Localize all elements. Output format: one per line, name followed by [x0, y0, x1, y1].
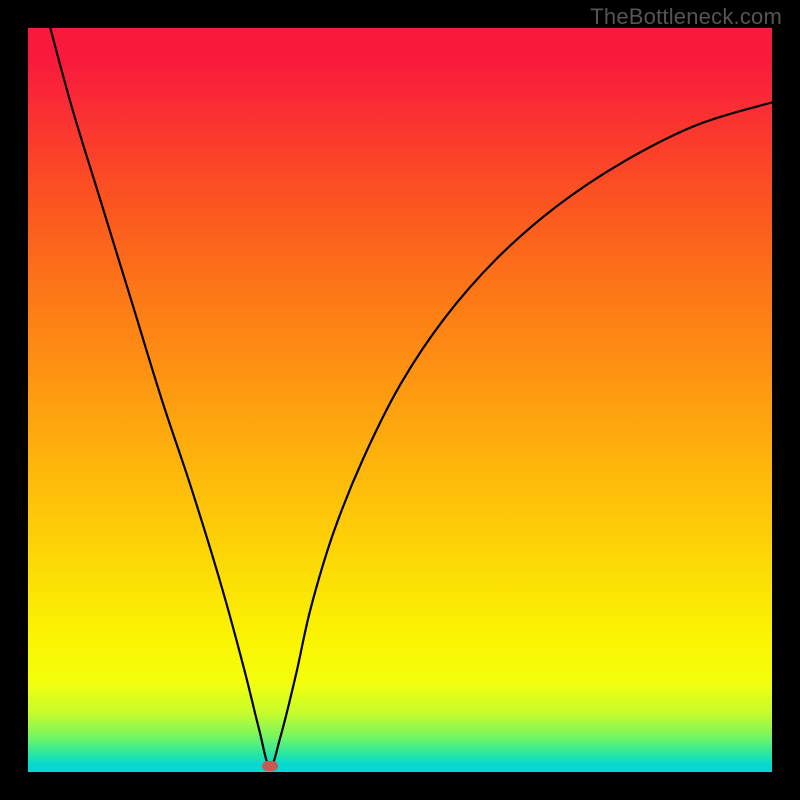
minimum-marker — [262, 761, 278, 771]
bottleneck-curve — [28, 28, 772, 772]
watermark-text: TheBottleneck.com — [590, 4, 782, 30]
plot-area — [28, 28, 772, 772]
chart-frame: TheBottleneck.com — [0, 0, 800, 800]
